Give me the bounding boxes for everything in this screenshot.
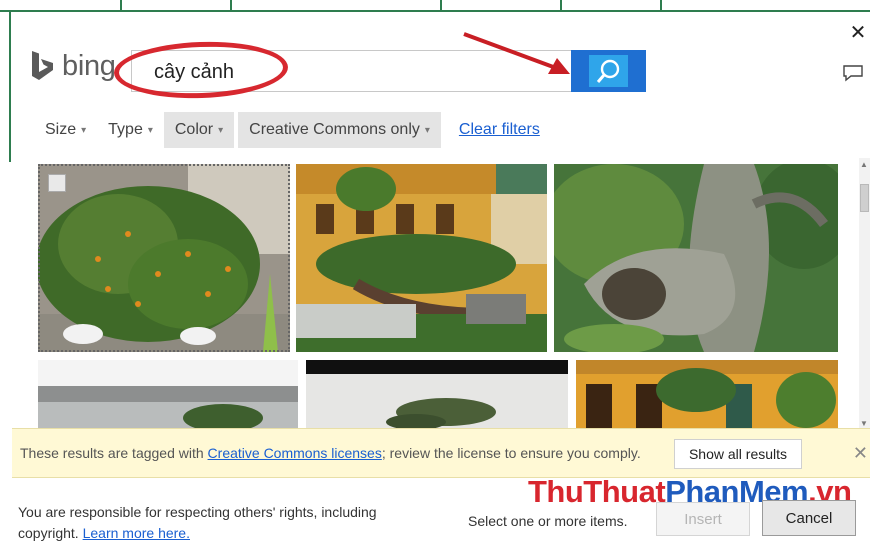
image-thumbnail xyxy=(38,360,298,428)
frame-divider xyxy=(230,0,232,10)
disclaimer-text: You are responsible for respecting other… xyxy=(18,504,377,541)
show-all-results-button[interactable]: Show all results xyxy=(674,439,802,469)
feedback-icon[interactable] xyxy=(842,64,864,82)
bing-logo-icon xyxy=(32,51,53,80)
license-notice-bar: These results are tagged with Creative C… xyxy=(12,428,870,478)
image-result-palm-building[interactable] xyxy=(576,360,838,428)
image-thumbnail xyxy=(554,164,838,352)
close-icon[interactable]: ✕ xyxy=(853,443,868,464)
select-checkbox[interactable] xyxy=(48,174,66,192)
filter-label: Color xyxy=(174,121,214,138)
rights-disclaimer: You are responsible for respecting other… xyxy=(18,502,438,544)
bing-logo-text: bing xyxy=(62,49,116,82)
clear-filters-link[interactable]: Clear filters xyxy=(459,121,540,139)
scroll-down-icon[interactable]: ▼ xyxy=(860,419,868,428)
select-hint: Select one or more items. xyxy=(468,513,628,529)
image-results-grid xyxy=(38,164,838,428)
learn-more-link[interactable]: Learn more here. xyxy=(83,525,190,541)
search-icon xyxy=(596,59,620,83)
filter-label: Type xyxy=(108,121,143,138)
image-result-dark-background[interactable] xyxy=(306,360,568,428)
watermark-part: ThuThuat xyxy=(528,474,666,509)
filter-size[interactable]: Size ▾ xyxy=(34,112,97,148)
chevron-down-icon: ▾ xyxy=(81,124,87,136)
close-icon[interactable]: ✕ xyxy=(848,22,868,44)
bing-logo: bing xyxy=(28,48,116,84)
image-result-bonsai-building[interactable] xyxy=(296,164,547,352)
scroll-thumb[interactable] xyxy=(860,184,869,212)
image-result-mossy-trunk[interactable] xyxy=(554,164,838,352)
notice-text-after: ; review the license to ensure you compl… xyxy=(381,445,641,461)
annotation-arrow-icon xyxy=(463,32,570,74)
scroll-up-icon[interactable]: ▲ xyxy=(860,160,868,169)
image-result-grey-roof[interactable] xyxy=(38,360,298,428)
creative-commons-link[interactable]: Creative Commons licenses xyxy=(208,445,382,461)
search-button-highlight xyxy=(589,55,628,87)
window-top-border xyxy=(0,0,870,12)
chevron-down-icon: ▾ xyxy=(147,124,153,136)
cancel-button[interactable]: Cancel xyxy=(762,500,856,536)
filter-label: Size xyxy=(45,121,77,138)
filter-bar: Size ▾ Type ▾ Color ▾ Creative Commons o… xyxy=(34,112,540,148)
search-button[interactable] xyxy=(571,50,646,92)
filter-creative-commons[interactable]: Creative Commons only ▾ xyxy=(238,112,441,148)
license-notice-text: These results are tagged with Creative C… xyxy=(20,445,641,461)
frame-divider xyxy=(560,0,562,10)
image-thumbnail xyxy=(38,164,290,352)
chevron-down-icon: ▾ xyxy=(424,124,430,136)
frame-divider xyxy=(660,0,662,10)
chevron-down-icon: ▾ xyxy=(218,124,224,136)
filter-type[interactable]: Type ▾ xyxy=(97,112,164,148)
image-thumbnail xyxy=(306,360,568,428)
insert-button[interactable]: Insert xyxy=(656,502,750,536)
image-thumbnail xyxy=(576,360,838,428)
image-thumbnail xyxy=(296,164,547,352)
frame-divider xyxy=(440,0,442,10)
image-result-kumquat-bonsai[interactable] xyxy=(38,164,290,352)
notice-text-before: These results are tagged with xyxy=(20,445,208,461)
filter-label: Creative Commons only xyxy=(249,121,420,138)
filter-color[interactable]: Color ▾ xyxy=(163,112,235,148)
results-scrollbar[interactable]: ▲ ▼ xyxy=(859,158,870,430)
window-left-border xyxy=(9,12,11,162)
frame-divider xyxy=(120,0,122,10)
